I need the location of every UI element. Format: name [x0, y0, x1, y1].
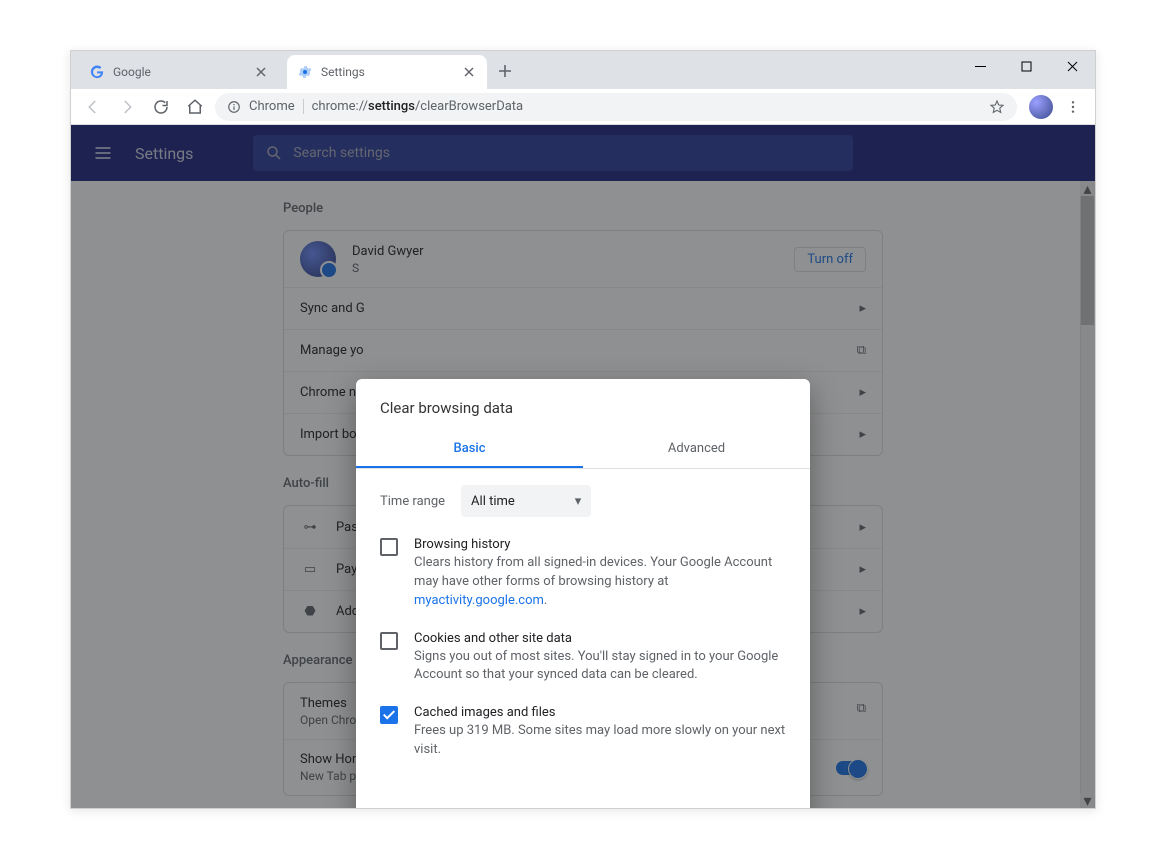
- time-range-label: Time range: [380, 494, 445, 509]
- checkbox-cookies[interactable]: [380, 632, 398, 650]
- url-text: chrome://settings/clearBrowserData: [312, 99, 524, 114]
- home-button[interactable]: [181, 93, 209, 121]
- browser-window: Google Settings: [70, 50, 1096, 809]
- option-desc: Signs you out of most sites. You'll stay…: [414, 648, 786, 686]
- option-title: Browsing history: [414, 537, 786, 552]
- address-bar[interactable]: Chrome chrome://settings/clearBrowserDat…: [215, 93, 1017, 121]
- chevron-down-icon: ▾: [575, 494, 582, 509]
- option-desc: Clears history from all signed-in device…: [414, 554, 786, 611]
- url-scheme: Chrome: [249, 99, 304, 114]
- menu-button[interactable]: [1059, 99, 1087, 115]
- tab-basic[interactable]: Basic: [356, 431, 583, 468]
- clear-browsing-data-dialog: Clear browsing data Basic Advanced Time …: [356, 379, 810, 808]
- tab-strip: Google Settings: [71, 51, 1095, 89]
- checkbox-cache[interactable]: [380, 706, 398, 724]
- option-browsing-history[interactable]: Browsing history Clears history from all…: [380, 537, 786, 611]
- close-icon[interactable]: [253, 64, 269, 80]
- time-range-dropdown[interactable]: All time ▾: [461, 485, 591, 517]
- tab-settings[interactable]: Settings: [287, 55, 487, 89]
- dialog-title: Clear browsing data: [380, 399, 786, 417]
- close-button[interactable]: [1049, 51, 1095, 81]
- google-favicon: [89, 64, 105, 80]
- time-range-value: All time: [471, 494, 515, 509]
- forward-button[interactable]: [113, 93, 141, 121]
- option-title: Cookies and other site data: [414, 631, 786, 646]
- close-icon[interactable]: [461, 64, 477, 80]
- reload-button[interactable]: [147, 93, 175, 121]
- tab-title: Settings: [321, 65, 461, 79]
- content-area: Settings Search settings People David Gw…: [71, 125, 1095, 808]
- back-button[interactable]: [79, 93, 107, 121]
- tab-google[interactable]: Google: [79, 55, 279, 89]
- window-controls: [957, 51, 1095, 81]
- bookmark-icon[interactable]: [989, 99, 1005, 115]
- option-cookies[interactable]: Cookies and other site data Signs you ou…: [380, 631, 786, 686]
- option-desc: Frees up 319 MB. Some sites may load mor…: [414, 722, 786, 760]
- minimize-button[interactable]: [957, 51, 1003, 81]
- new-tab-button[interactable]: [491, 57, 519, 85]
- tab-title: Google: [113, 65, 253, 79]
- option-cache[interactable]: Cached images and files Frees up 319 MB.…: [380, 705, 786, 760]
- toolbar: Chrome chrome://settings/clearBrowserDat…: [71, 89, 1095, 125]
- time-range-row: Time range All time ▾: [380, 485, 786, 517]
- checkbox-browsing-history[interactable]: [380, 538, 398, 556]
- site-info-icon[interactable]: [227, 100, 241, 114]
- settings-favicon: [297, 64, 313, 80]
- profile-avatar[interactable]: [1029, 95, 1053, 119]
- myactivity-link[interactable]: myactivity.google.com: [414, 593, 544, 608]
- tab-advanced[interactable]: Advanced: [583, 431, 810, 468]
- option-title: Cached images and files: [414, 705, 786, 720]
- dialog-tabs: Basic Advanced: [356, 431, 810, 469]
- maximize-button[interactable]: [1003, 51, 1049, 81]
